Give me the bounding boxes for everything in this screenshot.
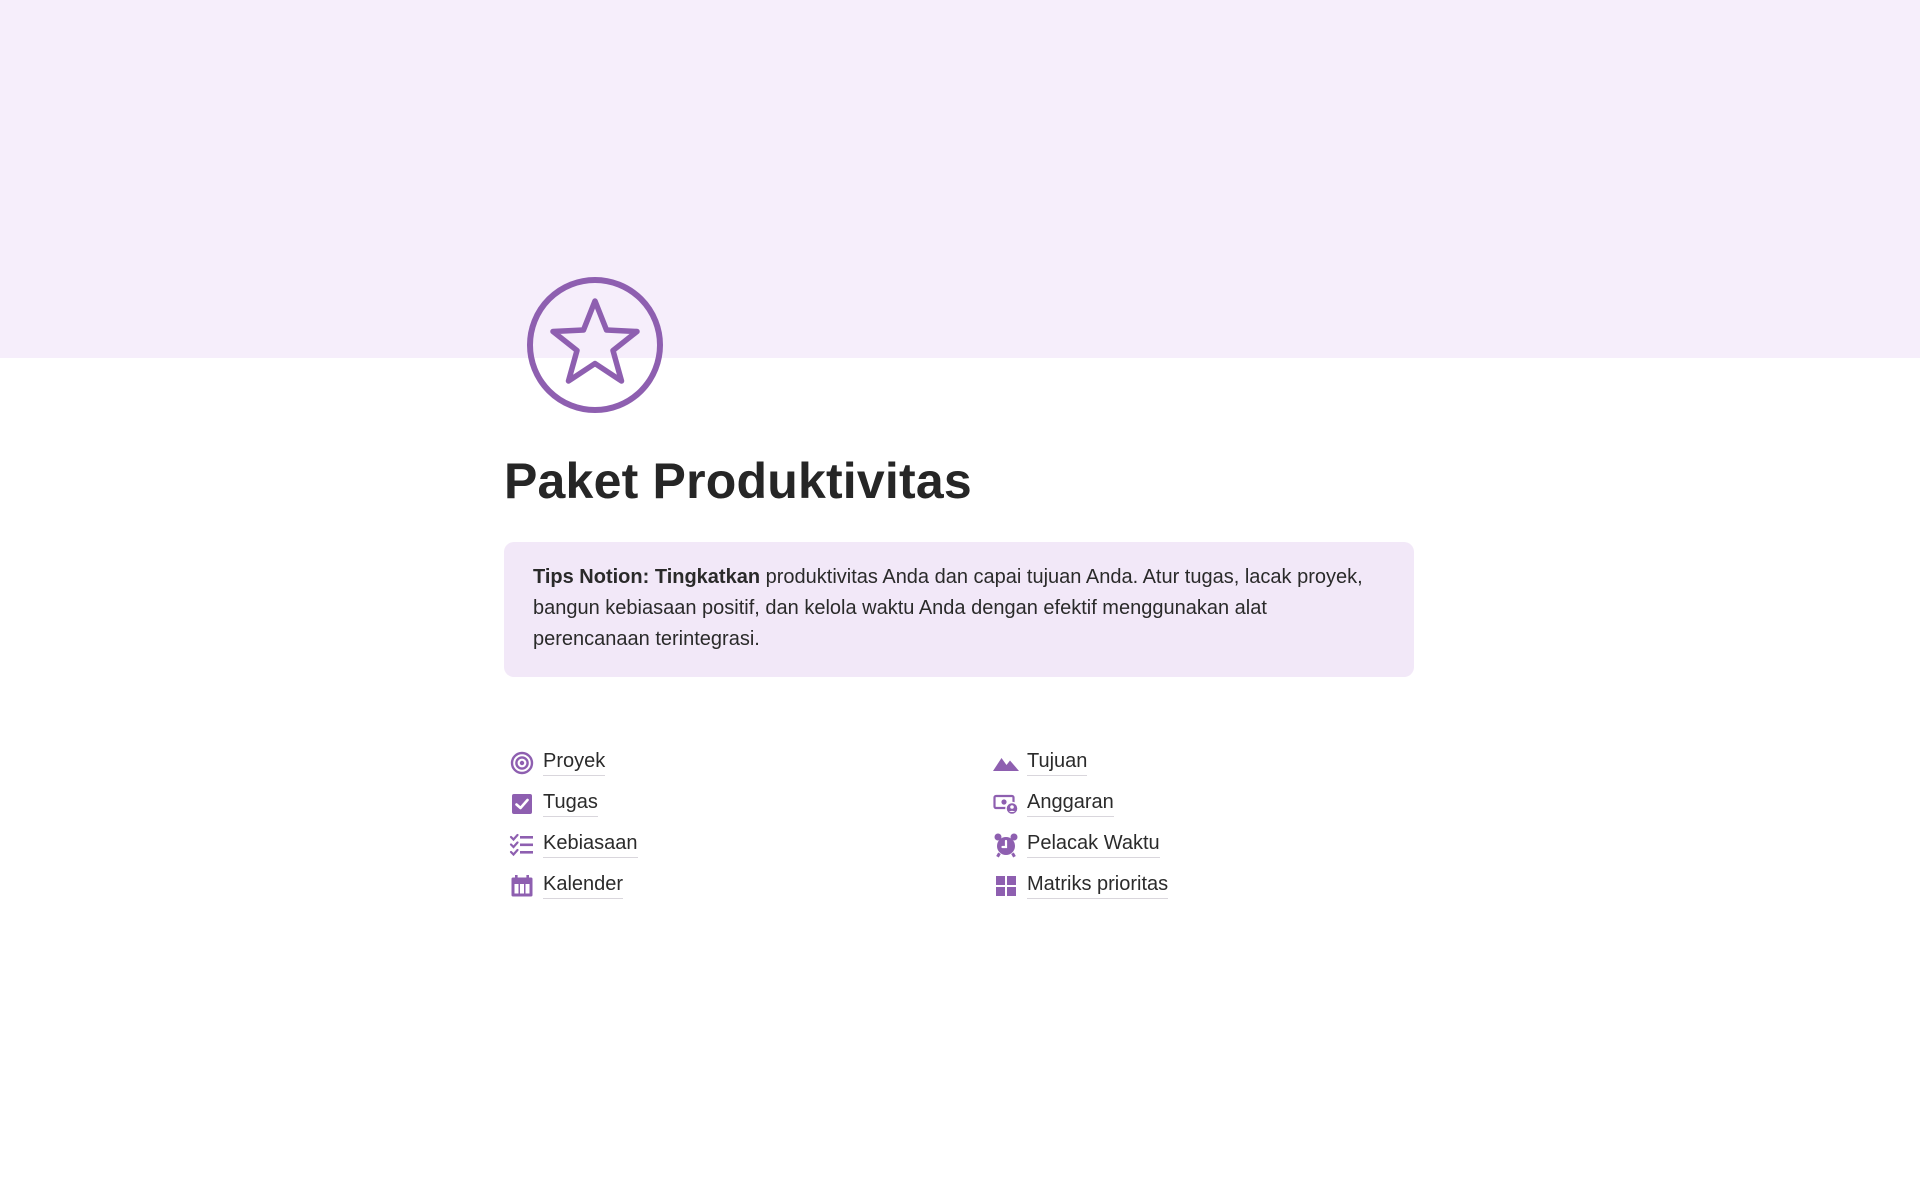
- link-pelacak-waktu[interactable]: Pelacak Waktu: [992, 824, 1412, 865]
- page-links: Proyek Tugas Kebiasaan Kalender Tujuan A…: [508, 742, 1412, 906]
- link-kebiasaan[interactable]: Kebiasaan: [508, 824, 992, 865]
- money-icon: [992, 790, 1020, 818]
- calendar-icon: [508, 872, 536, 900]
- page-title: Paket Produktivitas: [504, 453, 972, 509]
- link-proyek[interactable]: Proyek: [508, 742, 992, 783]
- links-right-column: Tujuan Anggaran Pelacak Waktu Matriks pr…: [992, 742, 1412, 906]
- link-label: Anggaran: [1027, 790, 1114, 817]
- link-tugas[interactable]: Tugas: [508, 783, 992, 824]
- link-label: Tugas: [543, 790, 598, 817]
- link-tujuan[interactable]: Tujuan: [992, 742, 1412, 783]
- page-cover: [0, 0, 1920, 358]
- grid-icon: [992, 872, 1020, 900]
- link-label: Kebiasaan: [543, 831, 638, 858]
- link-label: Kalender: [543, 872, 624, 899]
- link-label: Pelacak Waktu: [1027, 831, 1160, 858]
- target-icon: [508, 749, 536, 777]
- mountain-icon: [992, 749, 1020, 777]
- link-matriks-prioritas[interactable]: Matriks prioritas: [992, 865, 1412, 906]
- link-label: Proyek: [543, 749, 606, 776]
- star-circle-icon[interactable]: [524, 274, 666, 416]
- tips-callout: Tips Notion: Tingkatkan produktivitas An…: [504, 542, 1414, 677]
- link-label: Matriks prioritas: [1027, 872, 1169, 899]
- link-kalender[interactable]: Kalender: [508, 865, 992, 906]
- checklist-icon: [508, 831, 536, 859]
- alarm-clock-icon: [992, 831, 1020, 859]
- checkbox-icon: [508, 790, 536, 818]
- links-left-column: Proyek Tugas Kebiasaan Kalender: [508, 742, 992, 906]
- link-label: Tujuan: [1027, 749, 1088, 776]
- callout-bold-text: Tips Notion: Tingkatkan: [533, 566, 761, 588]
- link-anggaran[interactable]: Anggaran: [992, 783, 1412, 824]
